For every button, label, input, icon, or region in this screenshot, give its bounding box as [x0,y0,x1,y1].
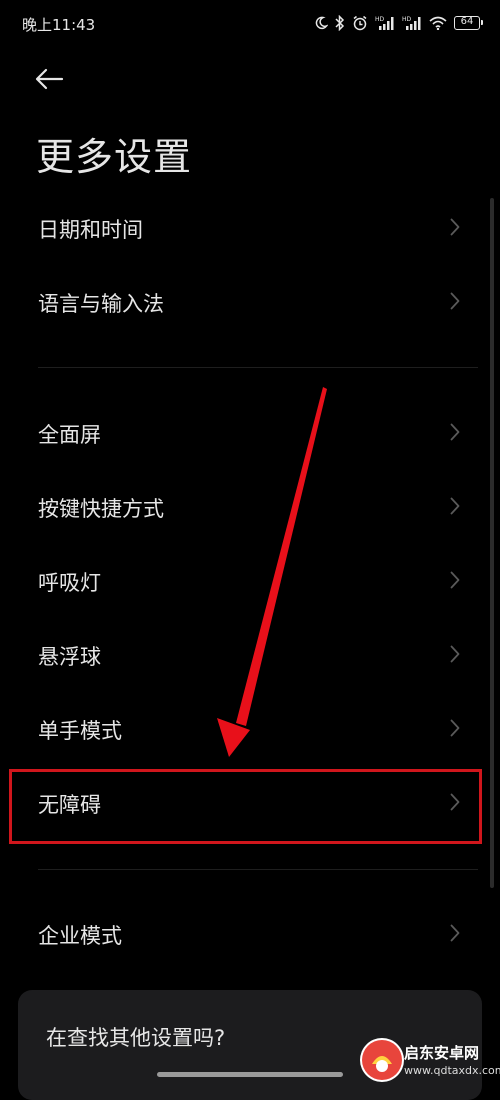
watermark: 启东安卓网 www.qdtaxdx.com [360,1034,500,1084]
home-indicator [157,1072,343,1077]
watermark-title: 启东安卓网 [404,1044,480,1062]
red-arrow-annotation [217,387,327,757]
watermark-logo [360,1038,404,1082]
watermark-url: www.qdtaxdx.com [404,1064,500,1077]
